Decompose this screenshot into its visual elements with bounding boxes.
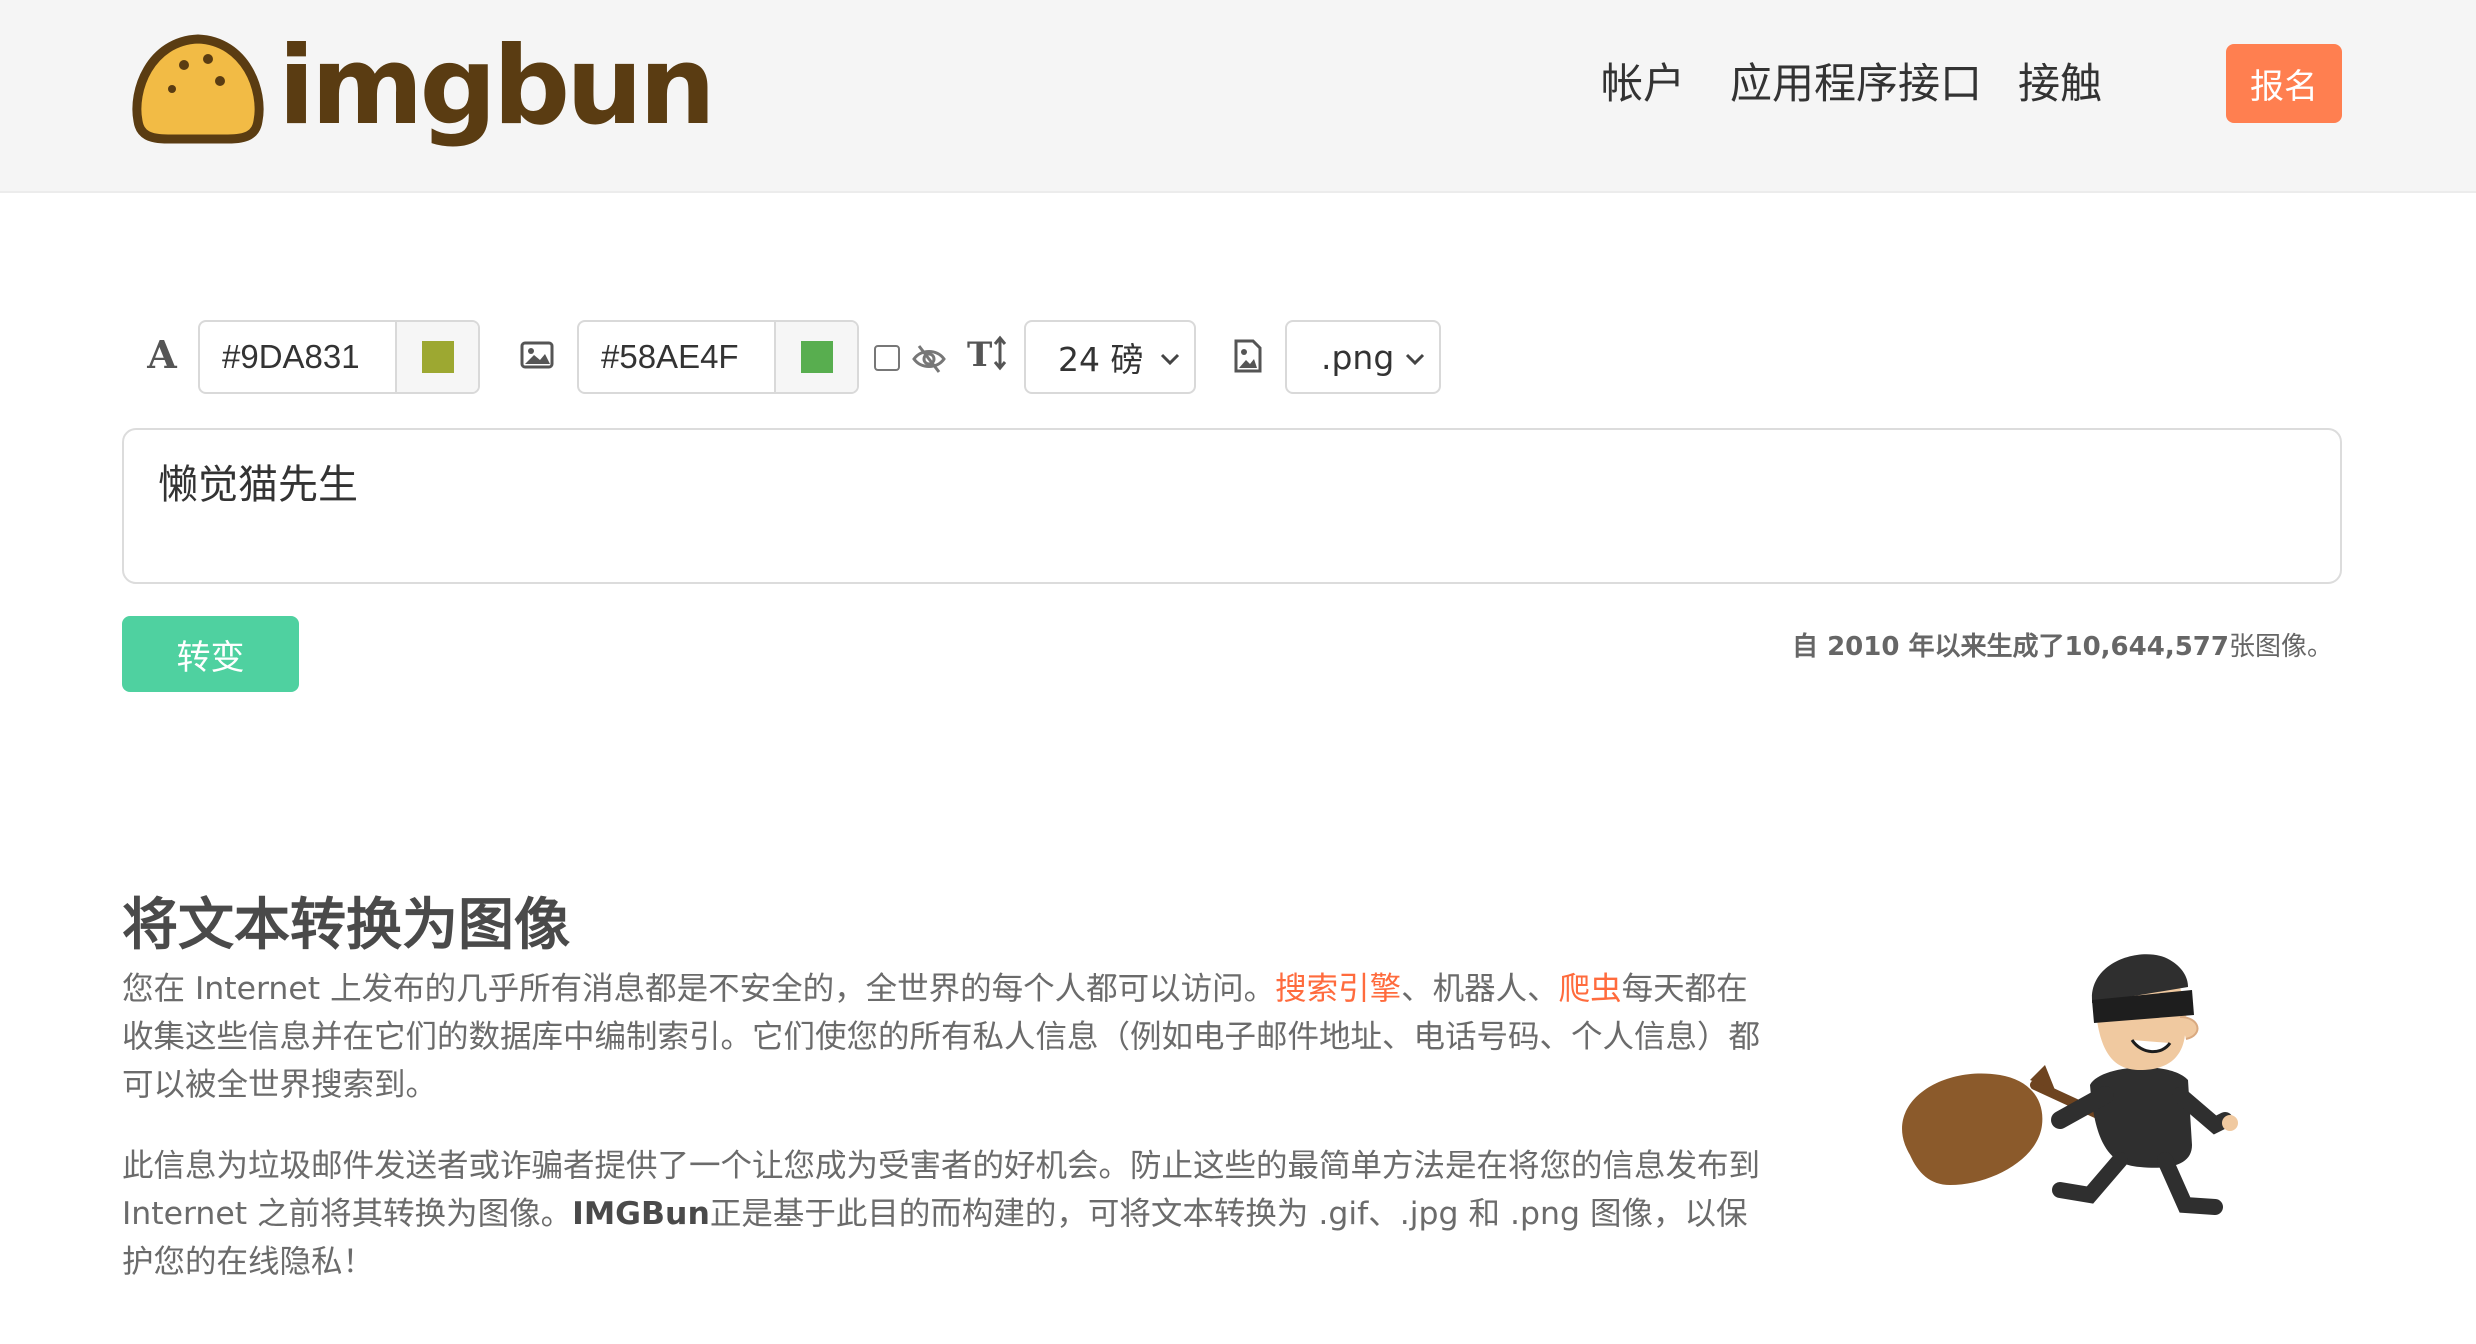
text-input-area[interactable]: 懒觉猫先生 — [122, 428, 2342, 584]
site-header: imgbun 帐户 应用程序接口 接触 报名 — [0, 0, 2476, 193]
chevron-down-icon — [1160, 353, 1180, 366]
stats-suffix: 张图像。 — [2228, 632, 2333, 662]
logo-text: imgbun — [278, 24, 716, 149]
signup-button[interactable]: 报名 — [2226, 44, 2342, 123]
crawlers-link[interactable]: 爬虫 — [1559, 971, 1622, 1007]
thief-icon — [1902, 954, 2238, 1215]
intro-text: 、机器人、 — [1401, 971, 1559, 1007]
image-background-icon — [518, 338, 556, 372]
font-size-value: 24 磅 — [1058, 340, 1144, 379]
purpose-paragraph: 此信息为垃圾邮件发送者或诈骗者提供了一个让您成为受害者的好机会。防止这些的最简单… — [122, 1142, 1762, 1286]
brand-mention: IMGBun — [572, 1196, 710, 1232]
background-color-input[interactable] — [579, 322, 774, 392]
intro-text: 您在 Internet 上发布的几乎所有消息都是不安全的，全世界的每个人都可以访… — [122, 971, 1276, 1007]
file-image-icon — [1230, 336, 1266, 376]
convert-button[interactable]: 转变 — [122, 616, 299, 692]
format-value: .png — [1321, 337, 1395, 377]
text-color-picker[interactable] — [198, 320, 480, 394]
text-color-icon: A — [142, 333, 182, 379]
generation-stats: 自 2010 年以来生成了10,644,577张图像。 — [1792, 626, 2333, 663]
stats-count: 10,644,577 — [2064, 632, 2229, 662]
chevron-down-icon — [1405, 353, 1425, 366]
eye-slash-icon — [910, 340, 948, 376]
font-size-icon: T — [966, 332, 1010, 376]
logo[interactable]: imgbun — [128, 22, 716, 152]
text-color-input[interactable] — [200, 322, 395, 392]
text-color-swatch-button[interactable] — [395, 322, 478, 392]
format-select[interactable]: .png — [1285, 320, 1441, 394]
section-heading: 将文本转换为图像 — [122, 893, 570, 958]
stats-prefix: 自 2010 年以来生成了 — [1792, 632, 2065, 662]
nav-api[interactable]: 应用程序接口 — [1730, 50, 1982, 111]
nav-contact[interactable]: 接触 — [2018, 50, 2102, 111]
transparent-checkbox[interactable] — [874, 345, 900, 371]
nav-account[interactable]: 帐户 — [1601, 50, 1685, 111]
svg-text:T: T — [967, 335, 992, 374]
background-color-swatch-button[interactable] — [774, 322, 857, 392]
thief-illustration — [1870, 945, 2270, 1230]
svg-text:A: A — [146, 336, 177, 376]
background-color-picker[interactable] — [577, 320, 859, 394]
bun-logo-icon — [132, 34, 264, 144]
text-color-swatch — [421, 341, 454, 373]
search-engines-link[interactable]: 搜索引擎 — [1275, 971, 1401, 1007]
background-color-swatch — [800, 341, 833, 373]
intro-paragraph: 您在 Internet 上发布的几乎所有消息都是不安全的，全世界的每个人都可以访… — [122, 965, 1762, 1109]
font-size-select[interactable]: 24 磅 — [1024, 320, 1196, 394]
